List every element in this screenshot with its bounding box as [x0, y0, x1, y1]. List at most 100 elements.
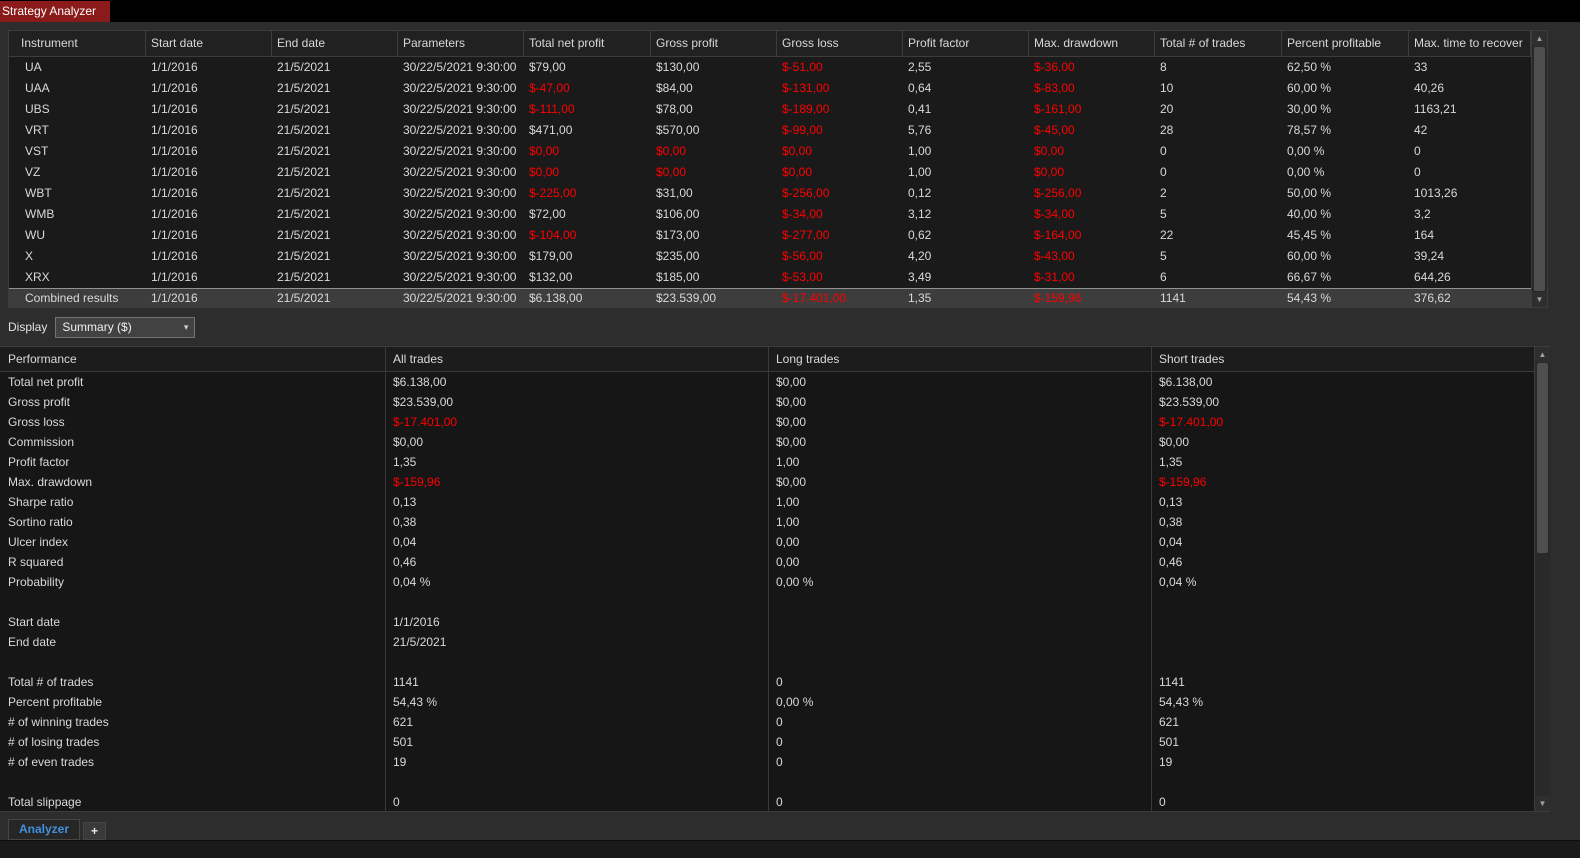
strategy-analyzer-tab[interactable]: Strategy Analyzer	[0, 1, 111, 22]
cell: 5,76	[908, 123, 932, 137]
column-header[interactable]: All trades	[385, 347, 768, 371]
cell: 8	[1160, 60, 1167, 74]
column-header[interactable]: Gross loss	[777, 31, 903, 56]
performance-value: $23.539,00	[1159, 395, 1220, 409]
column-header[interactable]: Start date	[146, 31, 272, 56]
cell: 30/22/5/2021 9:30:00	[403, 207, 517, 221]
cell: 1/1/2016	[151, 270, 198, 284]
column-header[interactable]: Percent profitable	[1282, 31, 1409, 56]
performance-row: # of losing trades 501 0 501	[0, 732, 1534, 752]
column-header[interactable]: Total # of trades	[1155, 31, 1282, 56]
cell: WU	[25, 228, 45, 242]
column-header[interactable]: End date	[272, 31, 398, 56]
performance-grid: Performance All trades Long trades Short tr…	[0, 346, 1550, 812]
cell: 1/1/2016	[151, 60, 198, 74]
scroll-up-button[interactable]: ▲	[1532, 31, 1547, 46]
cell: 21/5/2021	[277, 165, 331, 179]
result-row[interactable]: WBT 1/1/2016 21/5/2021 30/22/5/2021 9:30:00…	[9, 183, 1531, 204]
cell: 62,50 %	[1287, 60, 1332, 74]
cell: 45,45 %	[1287, 228, 1332, 242]
cell: 33	[1414, 60, 1428, 74]
cell: $0,00	[656, 165, 687, 179]
cell: 21/5/2021	[277, 291, 331, 305]
cell: 40,00 %	[1287, 207, 1332, 221]
result-row[interactable]: UA 1/1/2016 21/5/2021 30/22/5/2021 9:30:00 $…	[9, 57, 1531, 78]
performance-row: Profit factor 1,35 1,00 1,35	[0, 452, 1534, 472]
scrollbar-thumb[interactable]	[1534, 47, 1545, 291]
performance-row-label: # of even trades	[8, 755, 95, 769]
window-tab-bar: Strategy Analyzer	[0, 0, 1580, 22]
performance-value: $-159,96	[1159, 475, 1207, 489]
cell: $0,00	[656, 144, 687, 158]
cell: 28	[1160, 123, 1174, 137]
column-header[interactable]: Gross profit	[651, 31, 777, 56]
scroll-down-button[interactable]: ▼	[1535, 796, 1550, 811]
cell: WBT	[25, 186, 52, 200]
cell: 2	[1160, 186, 1167, 200]
cell: 0,62	[908, 228, 932, 242]
column-header[interactable]: Performance	[0, 347, 385, 371]
cell: $-277,00	[782, 228, 830, 242]
column-divider	[1151, 347, 1152, 811]
scroll-down-button[interactable]: ▼	[1532, 292, 1547, 307]
combined-results-row[interactable]: Combined results 1/1/2016 21/5/2021 30/22/5…	[9, 288, 1531, 307]
scroll-up-button[interactable]: ▲	[1535, 347, 1550, 362]
performance-row: Start date 1/1/2016	[0, 612, 1534, 632]
cell: 30/22/5/2021 9:30:00	[403, 165, 517, 179]
performance-row: Sharpe ratio 0,13 1,00 0,13	[0, 492, 1534, 512]
performance-row	[0, 592, 1534, 612]
result-row[interactable]: VRT 1/1/2016 21/5/2021 30/22/5/2021 9:30:00…	[9, 120, 1531, 141]
result-row[interactable]: VZ 1/1/2016 21/5/2021 30/22/5/2021 9:30:00 $…	[9, 162, 1531, 183]
cell: 39,24	[1414, 249, 1445, 263]
column-header[interactable]: Short trades	[1151, 347, 1534, 371]
result-row[interactable]: WMB 1/1/2016 21/5/2021 30/22/5/2021 9:30:00…	[9, 204, 1531, 225]
performance-value: 0,00	[776, 535, 800, 549]
column-header[interactable]: Max. time to recover	[1409, 31, 1531, 56]
performance-row: Max. drawdown $-159,96 $0,00 $-159,96	[0, 472, 1534, 492]
cell: 1,00	[908, 165, 932, 179]
cell: 5	[1160, 249, 1167, 263]
column-header[interactable]: Long trades	[768, 347, 1151, 371]
performance-row-label	[0, 652, 385, 672]
result-row[interactable]: VST 1/1/2016 21/5/2021 30/22/5/2021 9:30:00…	[9, 141, 1531, 162]
column-header[interactable]: Parameters	[398, 31, 524, 56]
cell: 1/1/2016	[151, 165, 198, 179]
performance-row: Gross loss $-17.401,00 $0,00 $-17.401,00	[0, 412, 1534, 432]
result-row[interactable]: UBS 1/1/2016 21/5/2021 30/22/5/2021 9:30:00…	[9, 99, 1531, 120]
cell: $-83,00	[1034, 81, 1075, 95]
performance-value: 0	[776, 675, 783, 689]
cell: $-256,00	[1034, 186, 1082, 200]
performance-scrollbar[interactable]: ▲ ▼	[1534, 347, 1550, 811]
cell: $130,00	[656, 60, 700, 74]
add-tab-button[interactable]: +	[83, 822, 107, 840]
column-header[interactable]: Max. drawdown	[1029, 31, 1155, 56]
result-row[interactable]: WU 1/1/2016 21/5/2021 30/22/5/2021 9:30:00 $…	[9, 225, 1531, 246]
column-header[interactable]: Total net profit	[524, 31, 651, 56]
cell: $-159,96	[1034, 291, 1082, 305]
performance-value: 1/1/2016	[393, 615, 440, 629]
result-row[interactable]: X 1/1/2016 21/5/2021 30/22/5/2021 9:30:00 $1…	[9, 246, 1531, 267]
cell: 30/22/5/2021 9:30:00	[403, 81, 517, 95]
performance-value: 0,38	[393, 515, 417, 529]
cell: 0,00 %	[1287, 144, 1325, 158]
cell: 644,26	[1414, 270, 1451, 284]
performance-value: 0,13	[393, 495, 417, 509]
performance-row-label: Ulcer index	[8, 535, 69, 549]
cell: 54,43 %	[1287, 291, 1332, 305]
results-scrollbar[interactable]: ▲ ▼	[1531, 31, 1547, 307]
performance-row: Total slippage 0 0 0	[0, 792, 1534, 811]
cell: 5	[1160, 207, 1167, 221]
performance-row-label: Gross profit	[8, 395, 71, 409]
cell: 30/22/5/2021 9:30:00	[403, 123, 517, 137]
tab-analyzer[interactable]: Analyzer	[8, 819, 81, 840]
performance-value: 1141	[393, 675, 419, 689]
column-header[interactable]: Profit factor	[903, 31, 1029, 56]
performance-value	[768, 772, 1151, 792]
cell: 40,26	[1414, 81, 1445, 95]
result-row[interactable]: XRX 1/1/2016 21/5/2021 30/22/5/2021 9:30:00…	[9, 267, 1531, 288]
result-row[interactable]: UAA 1/1/2016 21/5/2021 30/22/5/2021 9:30:00…	[9, 78, 1531, 99]
display-dropdown[interactable]: Summary ($) ▾	[55, 316, 196, 338]
cell: $-56,00	[782, 249, 823, 263]
column-header[interactable]: Instrument	[9, 31, 146, 56]
scrollbar-thumb[interactable]	[1537, 363, 1548, 553]
